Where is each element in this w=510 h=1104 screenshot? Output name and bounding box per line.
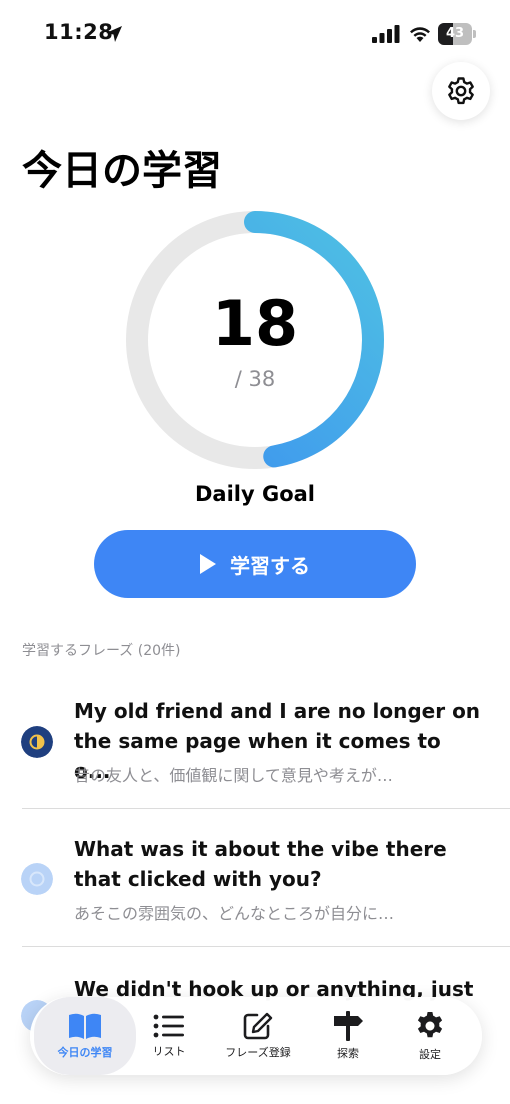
new-phrase-icon — [21, 863, 53, 895]
tab-today[interactable]: 今日の学習 — [34, 997, 136, 1075]
tab-label: 探索 — [337, 1047, 359, 1060]
phrase-japanese: 昔の友人と、価値観に関して意見や考えが… — [74, 766, 393, 785]
tab-add-phrase[interactable]: フレーズ登録 — [210, 997, 306, 1075]
battery-level: 43 — [445, 26, 465, 41]
phrase-list-item[interactable]: What was it about the vibe there that cl… — [0, 828, 510, 946]
tab-settings[interactable]: 設定 — [402, 997, 458, 1075]
compose-icon — [243, 1012, 273, 1040]
tab-explore[interactable]: 探索 — [320, 997, 376, 1075]
goal-total: / 38 — [234, 367, 276, 391]
gear-icon — [448, 77, 474, 105]
list-icon — [153, 1014, 184, 1038]
gear-icon — [417, 1012, 443, 1038]
tab-label: 今日の学習 — [57, 1046, 113, 1059]
phrase-japanese: あそこの雰囲気の、どんなところが自分に… — [74, 904, 395, 923]
tab-label: フレーズ登録 — [225, 1046, 291, 1059]
half-learned-icon — [21, 726, 53, 758]
phrase-english: What was it about the vibe there that cl… — [74, 837, 447, 891]
signpost-icon — [334, 1011, 363, 1041]
list-divider — [22, 808, 510, 809]
book-icon — [69, 1013, 101, 1039]
start-study-button[interactable]: 学習する — [94, 530, 416, 598]
list-divider — [22, 946, 510, 947]
wifi-icon — [410, 27, 430, 42]
location-arrow-icon — [106, 26, 122, 42]
battery-indicator: 43 — [438, 23, 476, 45]
daily-goal-label: Daily Goal — [194, 482, 316, 506]
status-time: 11:28 — [44, 20, 114, 44]
status-bar: 11:28 43 — [0, 0, 510, 64]
phrase-list-header: 学習するフレーズ (20件) — [22, 643, 181, 659]
settings-button[interactable] — [432, 62, 490, 120]
completed-count: 18 — [211, 287, 299, 360]
cellular-signal-icon — [372, 25, 400, 43]
phrase-list-item[interactable]: My old friend and I are no longer on the… — [0, 690, 510, 808]
tab-label: 設定 — [419, 1048, 441, 1061]
tab-bar: 今日の学習 リスト フレーズ登録 探索 設定 — [30, 997, 482, 1075]
page-title: 今日の学習 — [22, 148, 222, 194]
tab-label: リスト — [152, 1045, 186, 1058]
tab-list[interactable]: リスト — [136, 997, 202, 1075]
play-icon — [200, 554, 216, 574]
start-study-label: 学習する — [230, 553, 310, 578]
